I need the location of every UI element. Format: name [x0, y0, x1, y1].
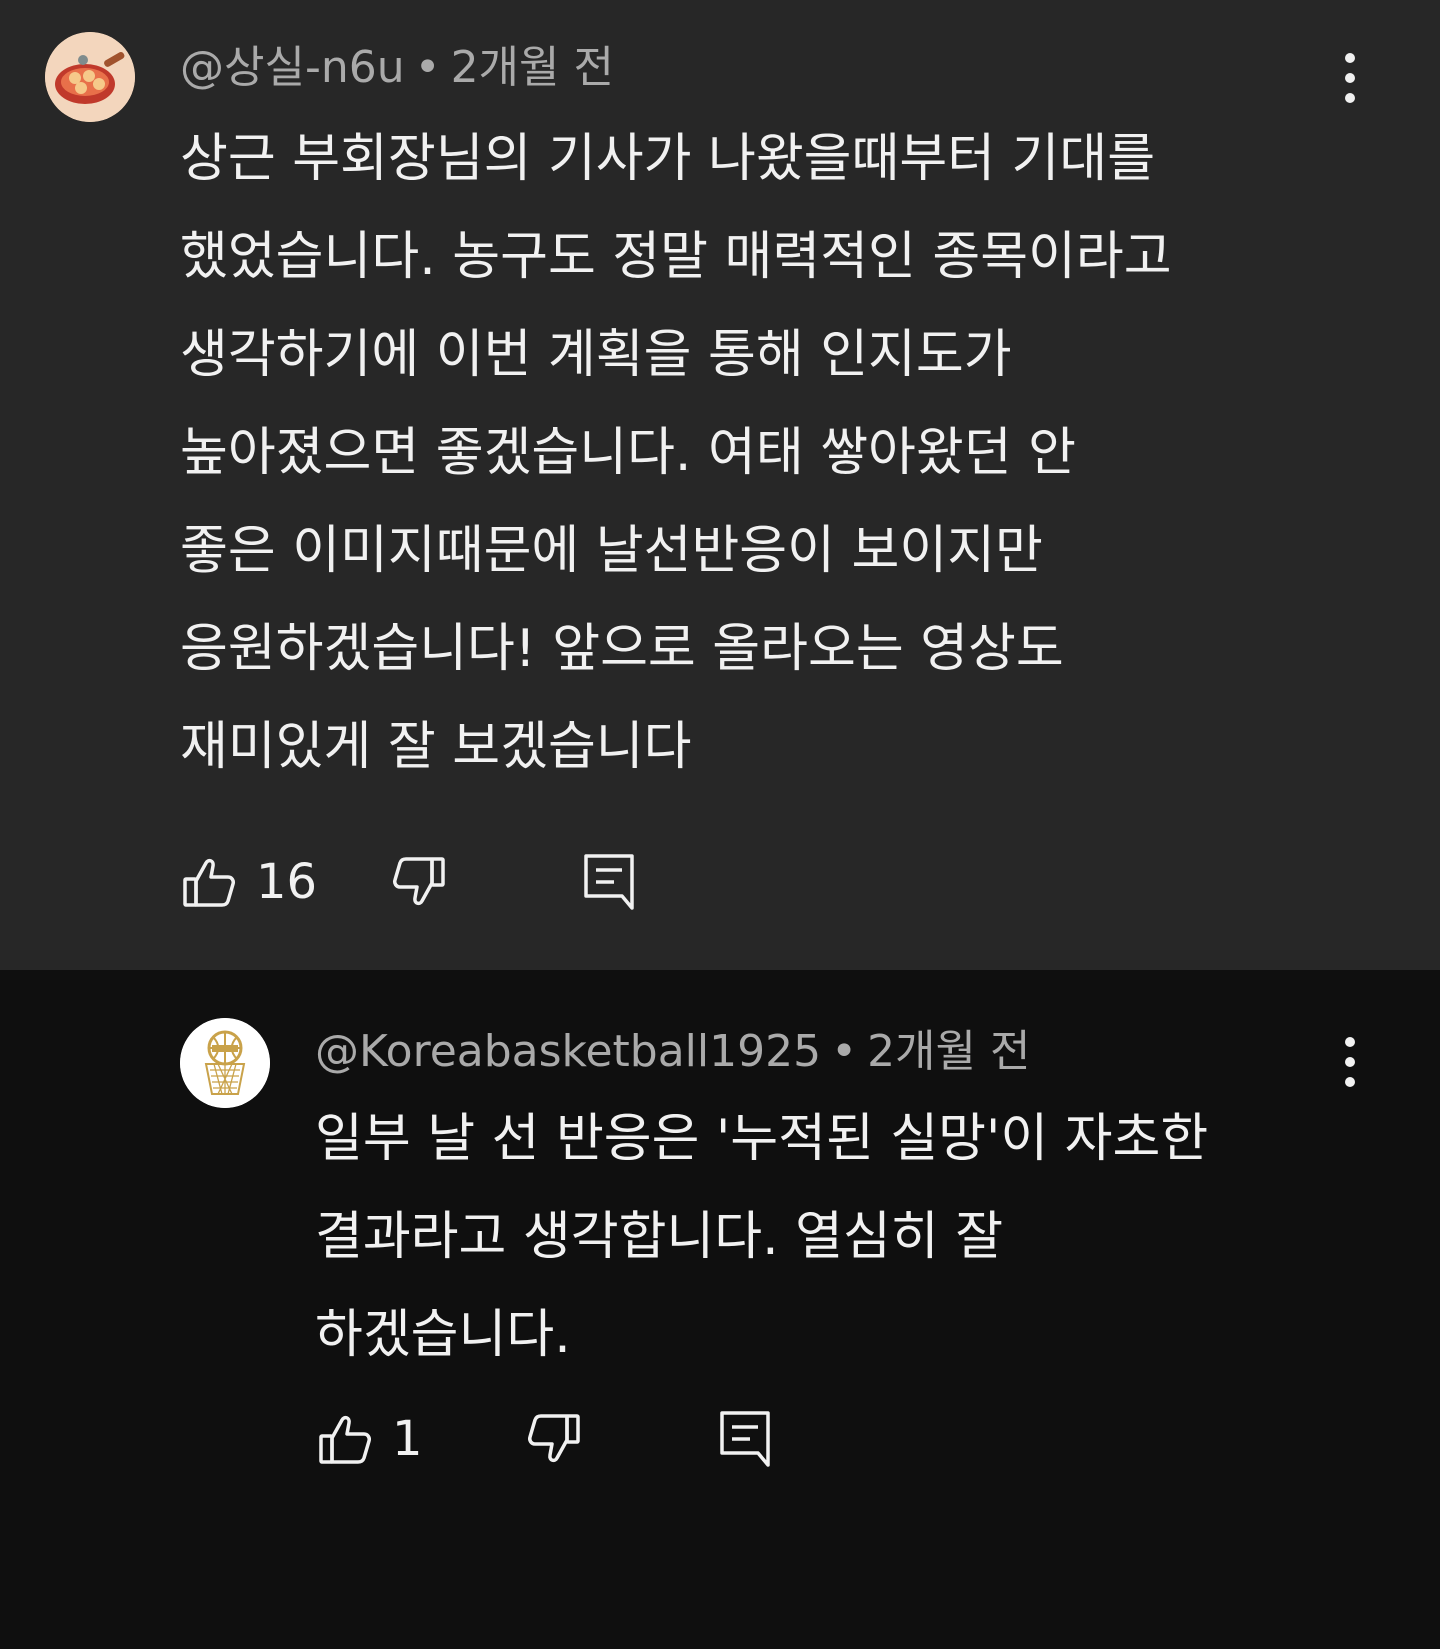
- like-button[interactable]: 16: [182, 850, 317, 914]
- comment-text: 일부 날 선 반응은 '누적된 실망'이 자초한 결과라고 생각합니다. 열심히…: [315, 1090, 1208, 1384]
- comment-header: @상실-n6u • 2개월 전: [180, 38, 614, 98]
- comment-line: 일부 날 선 반응은 '누적된 실망'이 자초한: [315, 1109, 1209, 1169]
- comment-text: 상근 부회장님의 기사가 나왔을때부터 기대를 했었습니다. 농구도 정말 매력…: [180, 110, 1172, 796]
- comment-header: @Koreabasketball1925 • 2개월 전: [315, 1022, 1030, 1082]
- reply-button[interactable]: [582, 850, 636, 914]
- author-name[interactable]: @상실-n6u: [180, 42, 405, 93]
- like-button[interactable]: 1: [318, 1407, 423, 1471]
- thumbs-down-icon: [528, 1414, 580, 1463]
- author-name[interactable]: @Koreabasketball1925: [315, 1026, 821, 1077]
- separator-dot: •: [831, 1026, 858, 1077]
- reply-comment-icon: [720, 1411, 770, 1467]
- thumbs-up-icon: [319, 1415, 371, 1464]
- like-count: 1: [392, 1411, 423, 1467]
- thumbs-down-icon: [393, 857, 445, 906]
- timestamp[interactable]: 2개월 전: [451, 42, 614, 93]
- comment-line: 응원하겠습니다! 앞으로 올라오는 영상도: [180, 619, 1064, 679]
- reply-comment-icon: [584, 854, 634, 910]
- comment-thread-main: @상실-n6u • 2개월 전 상근 부회장님의 기사가 나왔을때부터 기대를 했었…: [0, 0, 1440, 970]
- avatar[interactable]: [45, 32, 135, 122]
- reply-button[interactable]: [718, 1407, 772, 1471]
- comment-line: 재미있게 잘 보겠습니다: [180, 717, 692, 777]
- comment-line: 상근 부회장님의 기사가 나왔을때부터 기대를: [180, 129, 1156, 189]
- thumbs-up-icon: [183, 858, 235, 907]
- timestamp[interactable]: 2개월 전: [867, 1026, 1030, 1077]
- comment-line: 생각하기에 이번 계획을 통해 인지도가: [180, 325, 1012, 385]
- dislike-button[interactable]: [392, 850, 446, 914]
- more-options-icon[interactable]: [1330, 48, 1370, 108]
- comment-line: 좋은 이미지때문에 날선반응이 보이지만: [180, 521, 1043, 581]
- comment-line: 했었습니다. 농구도 정말 매력적인 종목이라고: [180, 227, 1172, 287]
- comment-line: 높아졌으면 좋겠습니다. 여태 쌓아왔던 안: [180, 423, 1076, 483]
- comment-line: 하겠습니다.: [315, 1305, 571, 1365]
- comment-line: 결과라고 생각합니다. 열심히 잘: [315, 1207, 1004, 1267]
- comment-reply: @Koreabasketball1925 • 2개월 전 일부 날 선 반응은 '누…: [0, 970, 1440, 1649]
- more-options-icon[interactable]: [1330, 1032, 1370, 1092]
- basketball-hoop-logo-icon: [180, 1018, 270, 1108]
- food-plate-icon: [45, 32, 135, 122]
- separator-dot: •: [414, 42, 441, 93]
- like-count: 16: [256, 854, 318, 910]
- dislike-button[interactable]: [527, 1407, 581, 1471]
- avatar[interactable]: [180, 1018, 270, 1108]
